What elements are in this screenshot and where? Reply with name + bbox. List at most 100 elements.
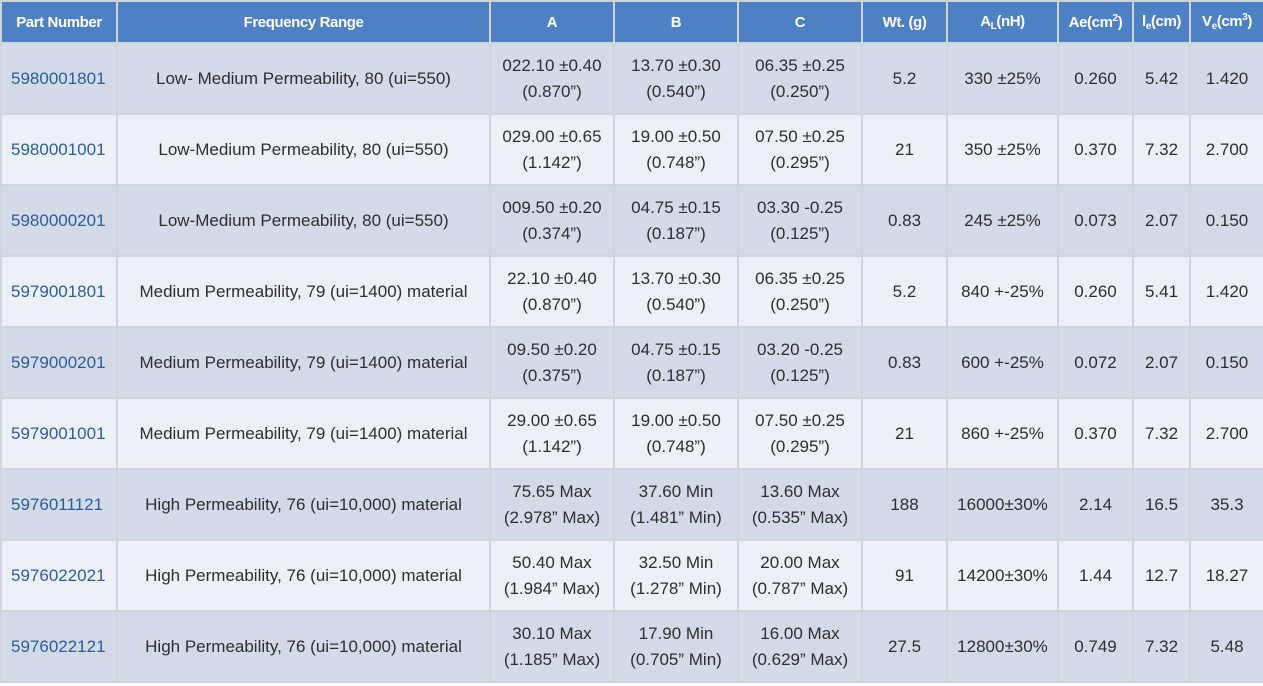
ae-cell: 0.749: [1057, 610, 1134, 683]
dimension-a-inch: (1.984” Max): [503, 578, 601, 598]
header-part-number: Part Number: [0, 0, 118, 44]
dimension-c-cell: 07.50 ±0.25 (0.295”): [737, 113, 863, 186]
header-ve-unit: (cm: [1216, 13, 1243, 30]
dimension-c-cell: 03.20 -0.25 (0.125”): [737, 326, 863, 399]
dimension-b-cell: 19.00 ±0.50 (0.748”): [613, 397, 739, 470]
ve-cell: 1.420: [1189, 42, 1263, 115]
dimension-c-inch: (0.295”): [770, 436, 830, 456]
dimension-b-mm: 17.90 Min: [638, 623, 714, 643]
dimension-a-mm: 09.50 ±0.20: [507, 339, 597, 359]
dimension-b-mm: 04.75 ±0.15: [631, 197, 721, 217]
dimension-c-inch: (0.629” Max): [751, 649, 849, 669]
ae-cell: 1.44: [1057, 539, 1134, 612]
part-number-link[interactable]: 5976022021: [11, 566, 106, 585]
le-cell: 7.32: [1132, 610, 1191, 683]
dimension-b-cell: 04.75 ±0.15 (0.187”): [613, 184, 739, 257]
weight-cell: 27.5: [861, 610, 948, 683]
frequency-range-cell: Medium Permeability, 79 (ui=1400) materi…: [116, 397, 491, 470]
part-number-link[interactable]: 5979001801: [11, 282, 106, 301]
header-ve-main: V: [1201, 13, 1212, 30]
header-ae-main: Ae(cm: [1068, 14, 1113, 31]
header-ve: Ve(cm3): [1189, 0, 1263, 44]
dimension-a-inch: (0.870”): [522, 81, 582, 101]
ve-cell: 5.48: [1189, 610, 1263, 683]
header-c: C: [737, 0, 863, 44]
part-number-cell: 5979000201: [0, 326, 118, 399]
part-number-link[interactable]: 5979000201: [11, 353, 106, 372]
dimension-a-inch: (0.374”): [522, 223, 582, 243]
dimension-b-mm: 04.75 ±0.15: [631, 339, 721, 359]
dimension-c-mm: 03.30 -0.25: [756, 197, 843, 217]
table-row: 5976022021 High Permeability, 76 (ui=10,0…: [0, 539, 1263, 612]
weight-cell: 91: [861, 539, 948, 612]
part-number-link[interactable]: 5980001001: [11, 140, 106, 159]
part-number-cell: 5980000201: [0, 184, 118, 257]
dimension-b-inch: (0.540”): [646, 294, 706, 314]
part-number-link[interactable]: 5976011121: [11, 495, 103, 514]
dimension-b-mm: 19.00 ±0.50: [631, 126, 721, 146]
header-row: Part Number Frequency Range A B C Wt. (g…: [0, 0, 1263, 44]
ae-cell: 0.370: [1057, 397, 1134, 470]
al-cell: 12800±30%: [946, 610, 1059, 683]
header-al-unit: (nH): [996, 12, 1025, 30]
dimension-a-cell: 22.10 ±0.40 (0.870”): [489, 255, 615, 328]
part-number-cell: 5980001001: [0, 113, 118, 186]
dimension-a-cell: 29.00 ±0.65 (1.142”): [489, 397, 615, 470]
table-row: 5979000201 Medium Permeability, 79 (ui=14…: [0, 326, 1263, 399]
dimension-b-inch: (0.748”): [646, 152, 706, 172]
frequency-range-cell: High Permeability, 76 (ui=10,000) materi…: [116, 539, 491, 612]
dimension-c-inch: (0.125”): [770, 365, 830, 385]
dimension-c-cell: 13.60 Max (0.535” Max): [737, 468, 863, 541]
dimension-c-mm: 20.00 Max: [760, 552, 840, 572]
header-al: AL(nH): [946, 0, 1059, 44]
weight-cell: 21: [861, 397, 948, 470]
dimension-b-cell: 37.60 Min (1.481” Min): [613, 468, 739, 541]
part-number-cell: 5979001801: [0, 255, 118, 328]
le-cell: 7.32: [1132, 397, 1191, 470]
al-cell: 840 +-25%: [946, 255, 1059, 328]
dimension-c-mm: 06.35 ±0.25: [755, 268, 845, 288]
weight-cell: 0.83: [861, 184, 948, 257]
dimension-c-cell: 20.00 Max (0.787” Max): [737, 539, 863, 612]
header-ae-close: ): [1117, 14, 1123, 31]
ve-cell: 1.420: [1189, 255, 1263, 328]
dimension-c-mm: 13.60 Max: [760, 481, 840, 501]
frequency-range-cell: Medium Permeability, 79 (ui=1400) materi…: [116, 255, 491, 328]
dimension-c-inch: (0.250”): [770, 81, 830, 101]
dimension-b-cell: 04.75 ±0.15 (0.187”): [613, 326, 739, 399]
dimension-b-mm: 19.00 ±0.50: [631, 410, 721, 430]
frequency-range-cell: Low- Medium Permeability, 80 (ui=550): [116, 42, 491, 115]
le-cell: 2.07: [1132, 184, 1191, 257]
dimension-c-mm: 06.35 ±0.25: [755, 55, 845, 75]
dimension-a-cell: 75.65 Max (2.978” Max): [489, 468, 615, 541]
ve-cell: 2.700: [1189, 113, 1263, 186]
part-number-link[interactable]: 5979001001: [11, 424, 106, 443]
dimension-c-mm: 07.50 ±0.25: [755, 410, 845, 430]
table-row: 5979001801 Medium Permeability, 79 (ui=14…: [0, 255, 1263, 328]
weight-cell: 5.2: [861, 255, 948, 328]
part-number-link[interactable]: 5976022121: [11, 637, 106, 656]
dimension-c-cell: 03.30 -0.25 (0.125”): [737, 184, 863, 257]
dimension-c-mm: 07.50 ±0.25: [755, 126, 845, 146]
frequency-range-cell: Low-Medium Permeability, 80 (ui=550): [116, 113, 491, 186]
weight-cell: 188: [861, 468, 948, 541]
ae-cell: 0.073: [1057, 184, 1134, 257]
dimension-b-mm: 37.60 Min: [638, 481, 714, 501]
dimension-a-cell: 009.50 ±0.20 (0.374”): [489, 184, 615, 257]
header-al-main: A: [980, 12, 991, 30]
part-number-cell: 5976011121: [0, 468, 118, 541]
part-number-link[interactable]: 5980000201: [11, 211, 106, 230]
weight-cell: 21: [861, 113, 948, 186]
header-a: A: [489, 0, 615, 44]
ve-cell: 18.27: [1189, 539, 1263, 612]
header-ve-close: ): [1247, 13, 1253, 30]
dimension-b-cell: 13.70 ±0.30 (0.540”): [613, 42, 739, 115]
part-number-link[interactable]: 5980001801: [11, 69, 106, 88]
header-le: le(cm): [1132, 0, 1191, 44]
part-number-cell: 5980001801: [0, 42, 118, 115]
dimension-c-cell: 16.00 Max (0.629” Max): [737, 610, 863, 683]
dimension-a-cell: 029.00 ±0.65 (1.142”): [489, 113, 615, 186]
part-number-cell: 5976022021: [0, 539, 118, 612]
dimension-a-mm: 009.50 ±0.20: [502, 197, 602, 217]
header-weight: Wt. (g): [861, 0, 948, 44]
